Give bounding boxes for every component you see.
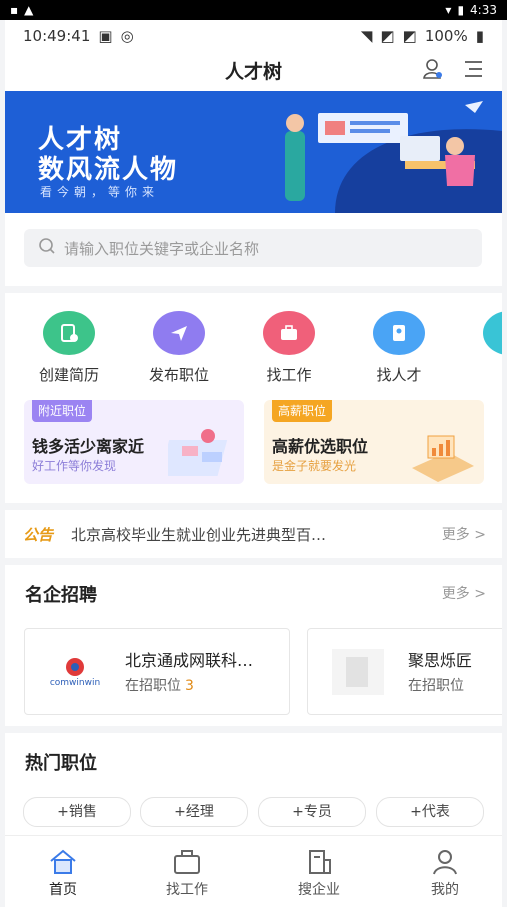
jobs-label: 在招职位: [125, 678, 181, 694]
divider: [5, 503, 502, 510]
jobs-label: 在招职位: [408, 678, 464, 694]
nearby-jobs-card[interactable]: 附近职位 钱多活少离家近 好工作等你发现: [24, 400, 244, 484]
notice-badge: 公告: [23, 525, 54, 544]
building-icon: [274, 848, 364, 876]
tab-label: 我的: [431, 882, 459, 898]
section-title: 名企招聘: [25, 585, 97, 606]
sync-icon: ◎: [120, 27, 134, 45]
map-illustration: [168, 429, 228, 476]
hot-tag[interactable]: +专员: [258, 797, 366, 827]
quick-find-talent[interactable]: 找人才: [354, 311, 444, 385]
tab-profile[interactable]: 我的: [400, 848, 490, 899]
hot-job-tags: +销售 +经理 +专员 +代表: [5, 780, 502, 840]
send-icon: [153, 311, 205, 355]
tab-label: 搜企业: [298, 882, 340, 898]
quick-post-job[interactable]: 发布职位: [134, 311, 224, 385]
logo-text: comwinwin: [49, 677, 101, 688]
company-list: comwinwin 北京通成网联科… 在招职位 3 聚思烁匠 在招职位: [5, 615, 502, 726]
quick-more[interactable]: 推: [464, 311, 502, 385]
system-status-bar: ▪ ▲ ▾ ▮ 4:33: [0, 0, 507, 20]
no-sim-icon: ◩: [380, 27, 395, 45]
card-subtitle: 好工作等你发现: [32, 459, 117, 473]
section-title: 热门职位: [25, 753, 97, 774]
search-input[interactable]: 请输入职位关键字或企业名称: [24, 229, 482, 267]
id-card-icon: [373, 311, 425, 355]
company-card[interactable]: comwinwin 北京通成网联科… 在招职位 3: [24, 628, 290, 715]
company-card[interactable]: 聚思烁匠 在招职位: [307, 628, 502, 715]
clock: 10:49:41: [23, 27, 91, 45]
app-notification-icon: ▲: [24, 3, 34, 17]
quick-find-job[interactable]: 找工作: [244, 311, 334, 385]
home-icon: [18, 848, 108, 876]
no-sim-icon: ◩: [402, 27, 417, 45]
hot-tag[interactable]: +经理: [140, 797, 248, 827]
card-tag: 高薪职位: [272, 400, 333, 422]
companies-header: 名企招聘 更多 >: [5, 565, 502, 615]
hot-tag[interactable]: +销售: [23, 797, 131, 827]
quick-actions: 创建简历 发布职位 找工作 找人才 附近职位 钱多活少离家近 好工作等你发现 高…: [5, 293, 502, 503]
banner-line3: 看今朝，等你来: [40, 185, 160, 199]
tab-label: 首页: [49, 882, 77, 898]
quick-label: 创建简历: [38, 366, 99, 384]
bottom-tab-bar: 首页 找工作 搜企业 我的: [5, 835, 502, 907]
battery-icon: ▮: [475, 27, 484, 45]
system-time: 4:33: [470, 3, 497, 17]
divider: [5, 286, 502, 293]
divider: [5, 726, 502, 733]
card-title: 钱多活少离家近: [32, 437, 145, 456]
app-header: 人才树: [5, 52, 502, 88]
banner-line2: 数风流人物: [38, 155, 179, 185]
notice-text: 北京高校毕业生就业创业先进典型百…: [71, 525, 327, 544]
screen: ▪ ▲ ▾ ▮ 4:33 10:49:41 ▣ ◎ ◥ ◩ ◩ 100% ▮ 人: [0, 0, 507, 907]
company-name: 聚思烁匠: [408, 651, 473, 670]
promo-banner[interactable]: 人才树 数风流人物 看今朝，等你来: [5, 91, 502, 213]
wifi-icon: ▾: [445, 3, 452, 17]
quick-label: 推: [464, 364, 502, 385]
quick-label: 找人才: [376, 366, 422, 384]
company-name: 北京通成网联科…: [125, 651, 254, 670]
menu-icon[interactable]: [462, 58, 484, 84]
divider: [5, 558, 502, 565]
jobs-count: 3: [185, 678, 194, 694]
app-screen: 10:49:41 ▣ ◎ ◥ ◩ ◩ 100% ▮ 人才树 人才树 数风流人物 …: [5, 20, 502, 907]
device-status-bar: 10:49:41 ▣ ◎ ◥ ◩ ◩ 100% ▮: [5, 20, 502, 52]
high-salary-card[interactable]: 高薪职位 高薪优选职位 是金子就要发光: [264, 400, 484, 484]
chart-illustration: [412, 435, 474, 482]
company-logo-placeholder: [323, 644, 393, 699]
more-icon: [483, 311, 502, 355]
quick-label: 找工作: [266, 366, 312, 384]
tab-find-job[interactable]: 找工作: [142, 848, 232, 899]
account-icon[interactable]: [422, 58, 444, 84]
search-section: 请输入职位关键字或企业名称: [5, 213, 502, 286]
briefcase-icon: [142, 848, 232, 876]
company-logo: comwinwin: [40, 644, 110, 699]
tab-search-company[interactable]: 搜企业: [274, 848, 364, 899]
notice-more-link[interactable]: 更多 >: [442, 524, 486, 544]
briefcase-icon: [263, 311, 315, 355]
quick-create-resume[interactable]: 创建简历: [24, 311, 114, 385]
quick-label: 发布职位: [148, 366, 209, 384]
resume-icon: [43, 311, 95, 355]
card-tag: 附近职位: [32, 400, 93, 422]
image-icon: ▣: [98, 27, 113, 45]
hot-jobs-header: 热门职位: [5, 733, 502, 783]
search-placeholder: 请输入职位关键字或企业名称: [64, 239, 260, 258]
battery-icon: ▮: [457, 3, 465, 17]
tab-label: 找工作: [166, 882, 208, 898]
search-icon: [38, 237, 56, 259]
page-title: 人才树: [224, 60, 282, 83]
notification-icon: ▪: [10, 3, 19, 17]
battery-percent: 100%: [424, 27, 468, 45]
hot-tag[interactable]: +代表: [376, 797, 484, 827]
company-jobs: 在招职位 3: [125, 675, 194, 695]
card-subtitle: 是金子就要发光: [272, 459, 357, 473]
wifi-icon: ◥: [360, 27, 373, 45]
company-jobs: 在招职位: [408, 675, 468, 695]
tab-home[interactable]: 首页: [18, 848, 108, 899]
user-icon: [400, 848, 490, 876]
companies-more-link[interactable]: 更多 >: [442, 583, 486, 603]
notice-bar[interactable]: 公告 北京高校毕业生就业创业先进典型百… 更多 >: [5, 510, 502, 558]
card-title: 高薪优选职位: [272, 437, 369, 456]
